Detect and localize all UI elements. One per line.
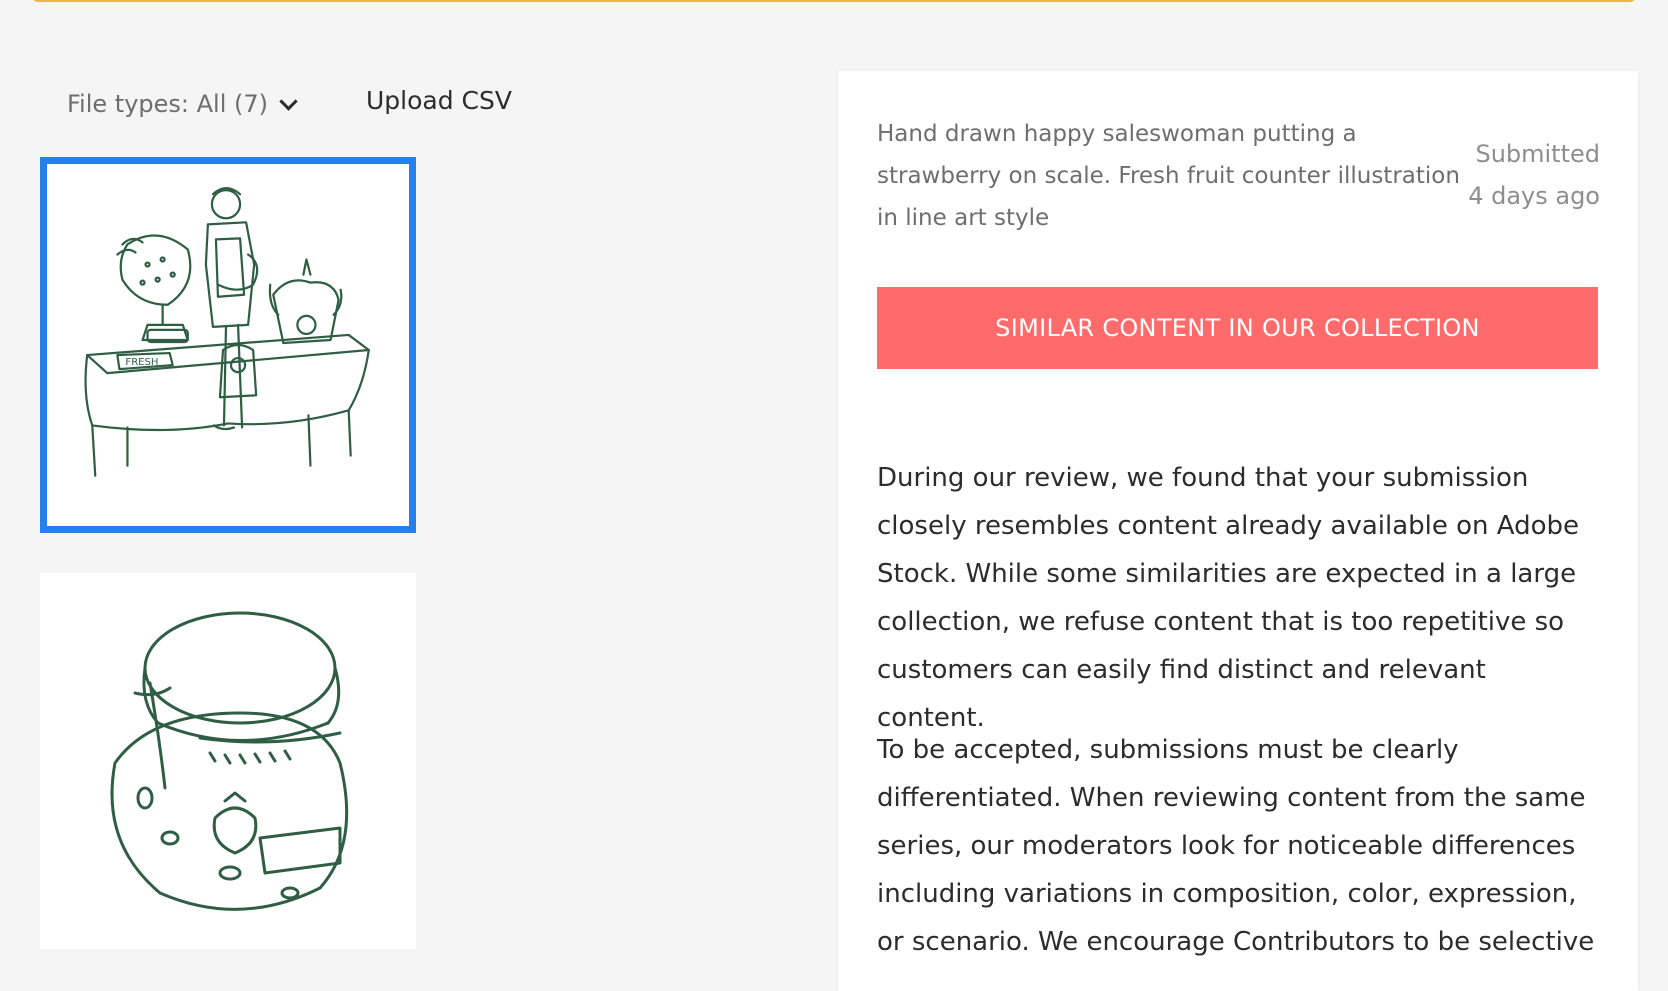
chevron-down-icon <box>279 91 298 111</box>
similar-content-button[interactable]: SIMILAR CONTENT IN OUR COLLECTION <box>877 287 1598 369</box>
detail-panel: Hand drawn happy saleswoman putting a st… <box>838 71 1638 991</box>
submitted-label: Submitted <box>1475 140 1600 168</box>
review-paragraph-1: During our review, we found that your su… <box>877 463 1580 733</box>
review-paragraph-2: To be accepted, submissions must be clea… <box>877 735 1595 957</box>
submitted-ago: 4 days ago <box>1468 182 1600 210</box>
submitted-info: Submitted 4 days ago <box>1460 133 1600 217</box>
thumbnail-jam-jar[interactable] <box>40 573 416 949</box>
saleswoman-illustration-image: FRESH <box>84 187 370 477</box>
fresh-sign-text: FRESH <box>125 357 158 368</box>
upload-csv-button[interactable]: Upload CSV <box>366 86 512 115</box>
top-bar <box>32 0 1636 2</box>
file-types-label: File types: All (7) <box>67 90 268 118</box>
asset-description: Hand drawn happy saleswoman putting a st… <box>877 121 1460 231</box>
file-types-filter[interactable]: File types: All (7) <box>67 90 298 118</box>
jam-jar-illustration-image <box>110 611 349 911</box>
thumbnail-selected[interactable]: FRESH <box>40 157 416 533</box>
